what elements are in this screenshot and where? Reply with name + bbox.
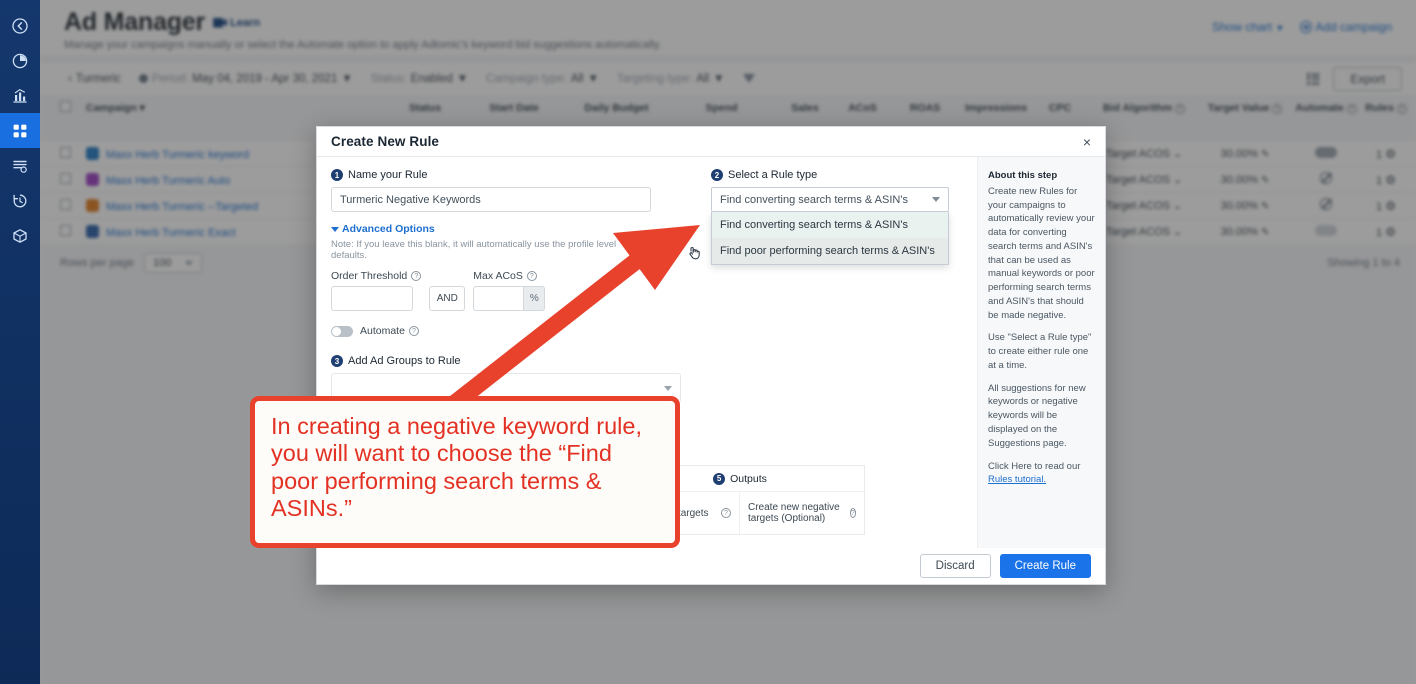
step-2-label: Select a Rule type [728,169,817,181]
step-3-label: Add Ad Groups to Rule [348,355,461,367]
history-icon [12,193,28,209]
back-icon [12,18,28,34]
and-operator-label: AND [429,286,465,311]
triangle-down-icon [331,227,339,232]
percent-suffix: % [523,286,545,311]
reports-icon [12,158,28,174]
info-icon[interactable]: ? [409,326,419,336]
info-icon: ? [850,508,856,518]
ad-manager-icon [12,123,28,139]
close-icon[interactable]: × [1083,135,1091,149]
max-acos-field: Max ACoS ? % [473,270,545,311]
product-icon [12,228,28,244]
rule-type-select[interactable]: Find converting search terms & ASIN's [711,187,949,212]
advanced-options-toggle[interactable]: Advanced Options [331,223,651,235]
rule-type-selected-value: Find converting search terms & ASIN's [720,194,908,206]
threshold-row: Order Threshold ? AND Max ACoS ? [331,270,651,311]
rule-type-option-poor-performing[interactable]: Find poor performing search terms & ASIN… [712,238,948,264]
modal-footer: Discard Create Rule [317,548,1105,584]
rule-name-input[interactable]: Turmeric Negative Keywords [331,187,651,212]
nav-reports[interactable] [0,148,40,183]
nav-history[interactable] [0,183,40,218]
aside-heading: About this step [988,169,1095,183]
step-1-header: 1 Name your Rule [331,169,651,181]
advanced-options-note: Note: If you leave this blank, it will a… [331,239,651,261]
annotation-callout: In creating a negative keyword rule, you… [250,396,680,548]
step-number: 1 [331,169,343,181]
step-number: 3 [331,355,343,367]
nav-back[interactable] [0,8,40,43]
nav-dashboard[interactable] [0,43,40,78]
chevron-down-icon [932,197,940,202]
nav-analytics[interactable] [0,78,40,113]
aside-paragraph-4: Click Here to read our Rules tutorial. [988,460,1095,488]
rule-type-option-converting[interactable]: Find converting search terms & ASIN's [712,212,948,238]
nav-products[interactable] [0,218,40,253]
rules-tutorial-link[interactable]: Rules tutorial. [988,474,1046,485]
rule-type-column: 2 Select a Rule type Find converting sea… [711,169,961,403]
step-5-label: Outputs [730,473,767,485]
aside-paragraph-2: Use "Select a Rule type" to create eithe… [988,331,1095,372]
analytics-icon [12,88,28,104]
rule-type-dropdown-menu: Find converting search terms & ASIN's Fi… [711,212,949,265]
modal-header: Create New Rule × [317,127,1105,157]
step-2-header: 2 Select a Rule type [711,169,961,181]
max-acos-input[interactable] [473,286,523,311]
rule-name-value: Turmeric Negative Keywords [340,194,481,206]
automate-toggle[interactable] [331,326,353,337]
step-3-header: 3 Add Ad Groups to Rule [331,355,651,367]
create-rule-button[interactable]: Create Rule [1000,554,1091,578]
screenshot-root: Ad Manager Learn Manage your campaigns m… [0,0,1416,684]
advanced-options-label: Advanced Options [342,223,435,235]
cursor-pointer-icon [688,246,701,265]
info-icon[interactable]: ? [527,271,537,281]
aside-paragraph-1: Create new Rules for your campaigns to a… [988,185,1095,323]
dashboard-clock-icon [12,53,28,69]
callout-text: In creating a negative keyword rule, you… [271,413,642,521]
aside-paragraph-3: All suggestions for new keywords or nega… [988,382,1095,451]
step-number: 5 [713,473,725,485]
info-icon: ? [721,508,731,518]
output-cell-create-negative-targets[interactable]: Create new negative targets (Optional)? [740,492,864,534]
left-nav-rail [0,0,40,684]
about-this-step-panel: About this step Create new Rules for you… [977,157,1105,549]
order-threshold-input[interactable] [331,286,413,311]
discard-button[interactable]: Discard [920,554,991,578]
nav-ad-manager[interactable] [0,113,40,148]
modal-title: Create New Rule [331,134,439,149]
rule-name-column: 1 Name your Rule Turmeric Negative Keywo… [331,169,651,403]
order-threshold-field: Order Threshold ? [331,270,421,311]
info-icon[interactable]: ? [411,271,421,281]
max-acos-label: Max ACoS [473,270,523,282]
aside-link-prefix: Click Here to read our [988,461,1080,472]
step-1-label: Name your Rule [348,169,427,181]
order-threshold-label: Order Threshold [331,270,407,282]
step-number: 2 [711,169,723,181]
chevron-down-icon [664,386,672,391]
automate-label: Automate [360,325,405,337]
automate-toggle-row: Automate ? [331,325,651,337]
